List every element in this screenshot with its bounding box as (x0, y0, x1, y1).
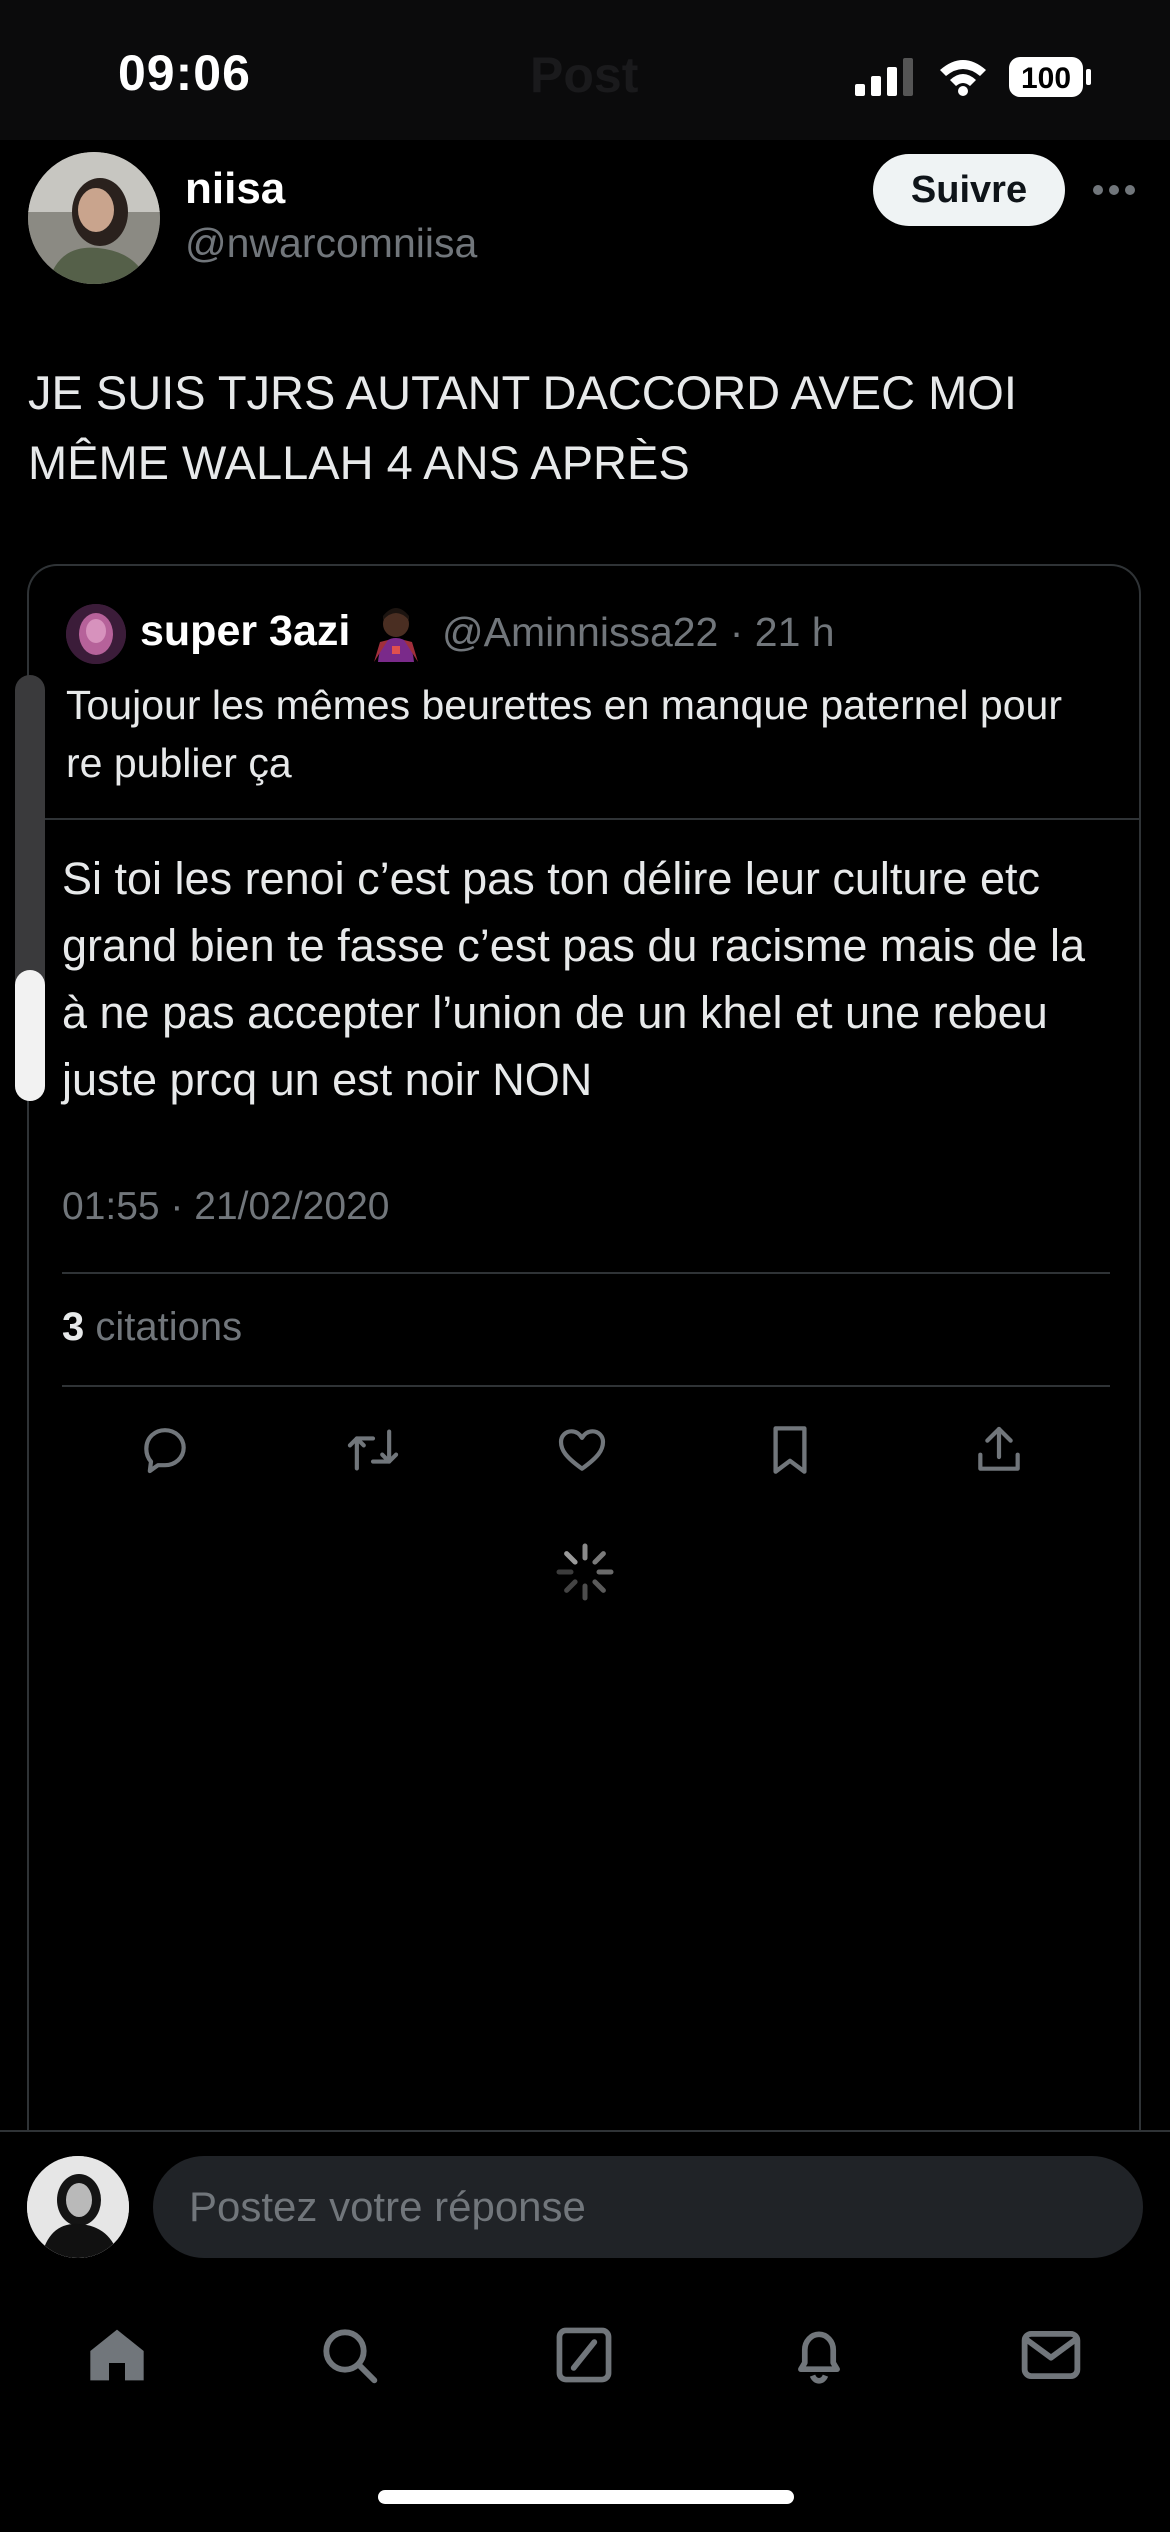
quoted-original-text: Si toi les renoi c’est pas ton délire le… (62, 853, 1086, 1105)
loading-spinner-icon (553, 1540, 617, 1604)
quoted-post-card[interactable] (27, 564, 1141, 2144)
author-avatar[interactable] (28, 152, 160, 284)
repost-icon[interactable] (341, 1418, 405, 1482)
compose-icon[interactable] (549, 2320, 619, 2390)
home-indicator (378, 2490, 794, 2504)
scrollbar-thumb[interactable] (15, 970, 45, 1101)
current-user-avatar[interactable] (27, 2156, 129, 2258)
battery-level: 100 (1021, 62, 1071, 95)
share-icon[interactable] (967, 1418, 1031, 1482)
search-icon[interactable] (314, 2320, 384, 2390)
quoted-author-name: super 3azi (140, 607, 351, 655)
reply-icon[interactable] (133, 1418, 197, 1482)
bookmark-icon[interactable] (758, 1418, 822, 1482)
author-handle[interactable]: @nwarcomniisa (185, 220, 477, 267)
wifi-icon (938, 56, 988, 101)
quoted-post-text: Toujour les mêmes beurettes en manque pa… (66, 682, 1062, 786)
quotes-count-number: 3 (62, 1305, 85, 1349)
divider (62, 1272, 1110, 1274)
divider (29, 818, 1139, 820)
quoted-author-handle-time: @Aminnissa22 · 21 h (442, 609, 835, 655)
home-icon[interactable] (82, 2320, 152, 2390)
status-title-ghost: Post (530, 47, 639, 103)
quotes-count-link[interactable]: 3 citations (62, 1305, 242, 1350)
status-time: 09:06 (118, 45, 251, 101)
messages-icon[interactable] (1016, 2320, 1086, 2390)
notifications-icon[interactable] (784, 2320, 854, 2390)
quotes-count-label: citations (84, 1305, 243, 1349)
post-text: JE SUIS TJRS AUTANT DACCORD AVEC MOI MÊM… (28, 366, 1017, 489)
more-options-icon[interactable] (1090, 168, 1138, 212)
like-icon[interactable] (550, 1418, 614, 1482)
superhero-emoji-icon (366, 602, 426, 662)
follow-button[interactable]: Suivre (873, 154, 1065, 226)
signal-icon (855, 58, 915, 101)
author-name[interactable]: niisa (185, 164, 285, 214)
divider (62, 1385, 1110, 1387)
reply-input[interactable]: Postez votre réponse (153, 2156, 1143, 2258)
quoted-author-avatar (66, 604, 126, 664)
post-timestamp: 01:55 · 21/02/2020 (62, 1185, 390, 1228)
battery-icon: 100 (1008, 56, 1092, 103)
